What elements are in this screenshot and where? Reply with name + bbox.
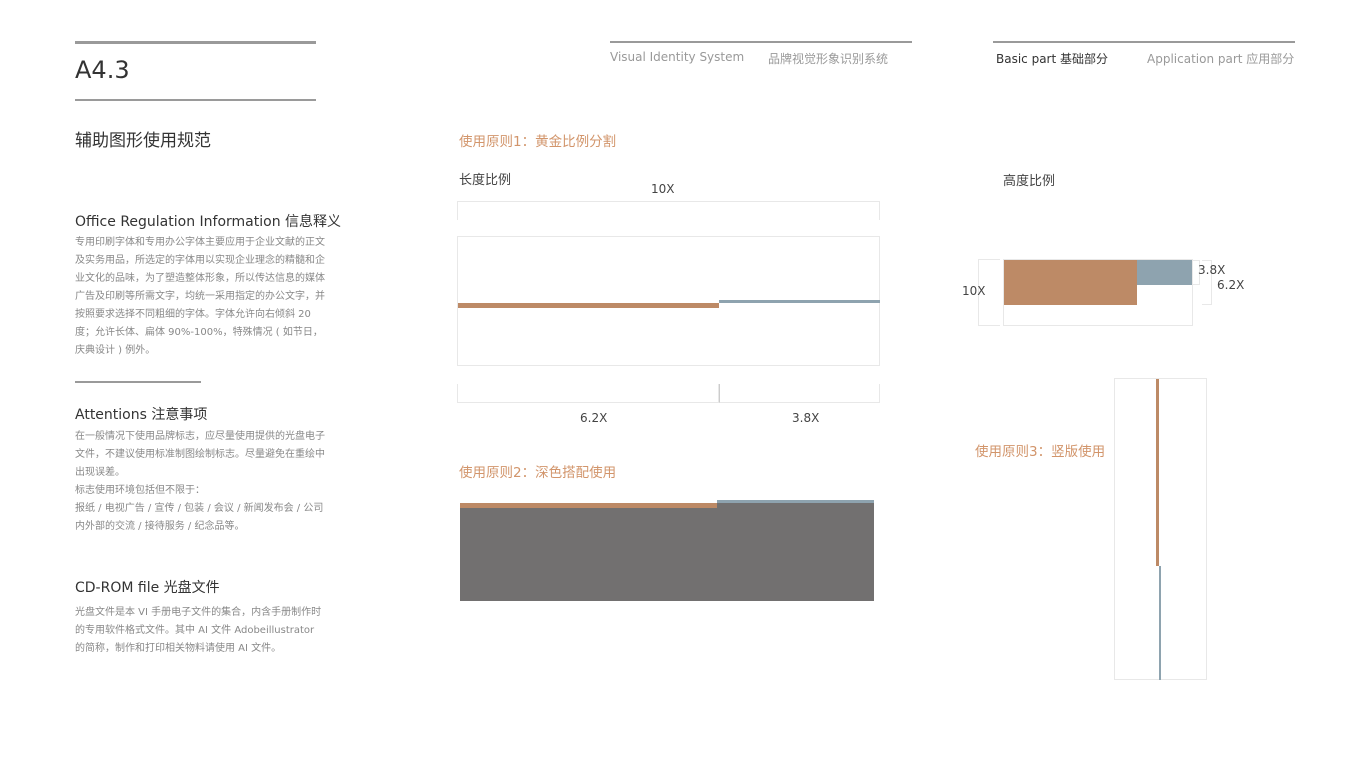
divider-short xyxy=(75,381,201,383)
principle-3-title: 使用原则3：竖版使用 xyxy=(975,444,1106,460)
header-rule-2 xyxy=(993,41,1295,43)
divider xyxy=(75,99,316,101)
body-attentions: 在一般情况下使用品牌标志，应尽量使用提供的光盘电子文件，不建议使用标准制图绘制标… xyxy=(75,428,327,536)
header-vis-cn: 品牌视觉形象识别系统 xyxy=(768,52,889,66)
part-b-label: 3.8X xyxy=(792,411,820,425)
attentions-p3: 报纸 / 电视广告 / 宣传 / 包装 / 会议 / 新闻发布会 / 公司内外部… xyxy=(75,503,324,532)
attentions-p2: 标志使用环境包括但不限于： xyxy=(75,485,205,496)
vertical-brown-bar xyxy=(1156,379,1159,566)
dark-brown-bar xyxy=(460,503,717,508)
section-title: 辅助图形使用规范 xyxy=(75,131,211,151)
attentions-p1: 在一般情况下使用品牌标志，应尽量使用提供的光盘电子文件，不建议使用标准制图绘制标… xyxy=(75,431,325,478)
principle-1-title: 使用原则1：黄金比例分割 xyxy=(459,134,617,150)
total-dimension-bracket xyxy=(457,201,880,220)
part-b-bracket xyxy=(719,384,880,403)
part-a-bracket xyxy=(457,384,719,403)
total-length-label: 10X xyxy=(651,182,675,196)
nav-application-part[interactable]: Application part 应用部分 xyxy=(1147,50,1294,67)
body-info: 专用印刷字体和专用办公字体主要应用于企业文献的正文及实务用品，所选定的字体用以实… xyxy=(75,237,325,356)
part-a-label: 6.2X xyxy=(580,411,608,425)
height-ratio-label: 高度比例 xyxy=(1003,174,1056,189)
body-cdrom: 光盘文件是本 VI 手册电子文件的集合，内含手册制作时的专用软件格式文件。其中 … xyxy=(75,607,322,654)
heading-info: Office Regulation Information 信息释义 xyxy=(75,214,342,230)
vertical-blue-bar xyxy=(1159,566,1161,680)
principle-2-title: 使用原则2：深色搭配使用 xyxy=(459,465,617,481)
blue-block xyxy=(1137,260,1192,285)
dark-panel xyxy=(460,503,874,601)
height-part-b-label: 3.8X xyxy=(1198,263,1226,277)
page-number: A4.3 xyxy=(75,56,130,84)
dark-blue-bar xyxy=(717,500,874,503)
height-total-label: 10X xyxy=(962,284,986,298)
heading-cdrom: CD-ROM file 光盘文件 xyxy=(75,580,220,596)
blue-bar xyxy=(719,300,880,303)
header-rule xyxy=(610,41,912,43)
top-rule xyxy=(75,41,316,44)
brown-block xyxy=(1004,260,1137,305)
heading-attentions: Attentions 注意事项 xyxy=(75,407,208,423)
length-ratio-label: 长度比例 xyxy=(459,173,512,188)
height-part-a-label: 6.2X xyxy=(1217,278,1245,292)
header-vis-en: Visual Identity System xyxy=(610,50,745,64)
brown-bar xyxy=(458,303,719,308)
nav-basic-part[interactable]: Basic part 基础部分 xyxy=(996,50,1108,67)
